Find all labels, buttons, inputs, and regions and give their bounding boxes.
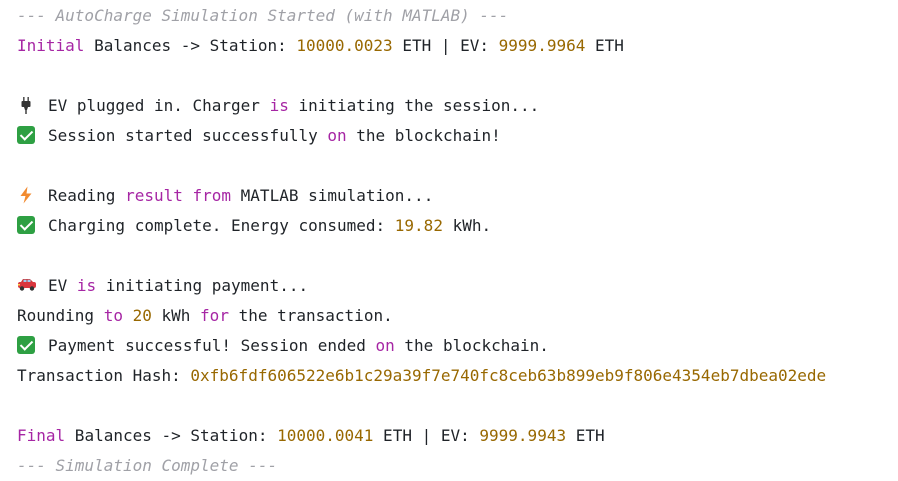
final-text-b: ETH | EV: <box>373 426 480 445</box>
complete-text-b: kWh. <box>442 216 492 235</box>
final-station-balance: 10000.0041 <box>277 426 374 445</box>
start-comment: --- AutoCharge Simulation Started (with … <box>17 6 509 25</box>
plug-text-b: initiating the session... <box>288 96 540 115</box>
reading-text-b: MATLAB simulation... <box>231 186 434 205</box>
reading-space <box>183 186 193 205</box>
check-icon <box>17 336 35 354</box>
initial-text-b: ETH | EV: <box>392 36 499 55</box>
reading-line: Reading result from MATLAB simulation... <box>17 181 433 211</box>
payment-line: EV is initiating payment... <box>17 271 308 301</box>
rounded-kwh-value: 20 <box>132 306 152 325</box>
plug-line: EV plugged in. Charger is initiating the… <box>17 91 539 121</box>
check-icon <box>17 216 35 234</box>
initial-ev-balance: 9999.9964 <box>498 36 586 55</box>
started-text-b: the blockchain! <box>346 126 501 145</box>
reading-text-a: Reading <box>48 186 126 205</box>
initial-text-c: ETH <box>585 36 624 55</box>
reading-keyword-from: from <box>192 186 232 205</box>
success-keyword: on <box>375 336 395 355</box>
session-started-line: Session started successfully on the bloc… <box>17 121 501 151</box>
transaction-hash-value: 0xfb6fdf606522e6b1c29a39f7e740fc8ceb63b8… <box>190 366 827 385</box>
complete-text-a: Charging complete. Energy consumed: <box>48 216 395 235</box>
payment-text-a: EV <box>48 276 77 295</box>
rounding-line: Rounding to 20 kWh for the transaction. <box>17 301 393 331</box>
energy-consumed-value: 19.82 <box>394 216 443 235</box>
initial-text-a: Balances -> Station: <box>84 36 297 55</box>
rounding-space <box>123 306 133 325</box>
started-text-a: Session started successfully <box>48 126 328 145</box>
final-balances-line: Final Balances -> Station: 10000.0041 ET… <box>17 421 605 451</box>
check-icon <box>17 126 35 144</box>
success-text-b: the blockchain. <box>394 336 549 355</box>
payment-keyword: is <box>76 276 97 295</box>
transaction-hash-label: Transaction Hash: <box>17 366 191 385</box>
rounding-text-a: Rounding <box>17 306 104 325</box>
rounding-text-c: the transaction. <box>228 306 393 325</box>
car-icon <box>17 274 36 292</box>
payment-success-line: Payment successful! Session ended on the… <box>17 331 549 361</box>
final-text-c: ETH <box>566 426 605 445</box>
final-ev-balance: 9999.9943 <box>479 426 567 445</box>
started-keyword: on <box>327 126 347 145</box>
lightning-icon <box>17 184 35 204</box>
plug-text-a: EV plugged in. Charger <box>48 96 270 115</box>
rounding-text-b: kWh <box>151 306 201 325</box>
rounding-keyword-to: to <box>103 306 123 325</box>
reading-keyword-result: result <box>125 186 183 205</box>
transaction-hash-line: Transaction Hash: 0xfb6fdf606522e6b1c29a… <box>17 361 826 391</box>
plug-keyword: is <box>269 96 289 115</box>
rounding-keyword-for: for <box>200 306 229 325</box>
final-text-a: Balances -> Station: <box>65 426 278 445</box>
payment-text-b: initiating payment... <box>96 276 309 295</box>
initial-station-balance: 10000.0023 <box>296 36 393 55</box>
initial-balances-line: Initial Balances -> Station: 10000.0023 … <box>17 31 624 61</box>
final-keyword: Final <box>17 426 66 445</box>
charging-complete-line: Charging complete. Energy consumed: 19.8… <box>17 211 491 241</box>
success-text-a: Payment successful! Session ended <box>48 336 376 355</box>
plug-icon <box>17 94 35 114</box>
console-output: --- AutoCharge Simulation Started (with … <box>0 0 898 477</box>
initial-keyword: Initial <box>17 36 85 55</box>
